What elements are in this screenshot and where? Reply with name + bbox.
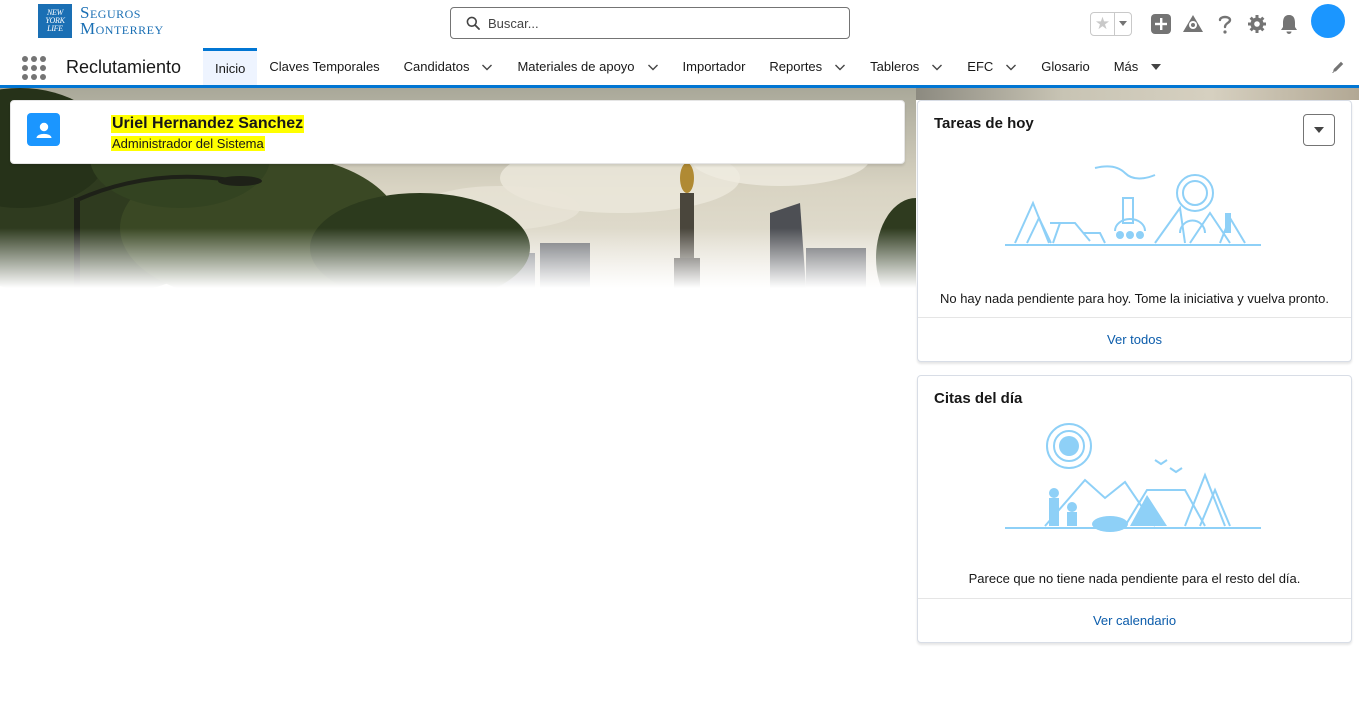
user-role: Administrador del Sistema — [111, 136, 265, 151]
user-profile-card: Uriel Hernandez Sanchez Administrador de… — [10, 100, 905, 164]
events-card-footer: Ver calendario — [918, 598, 1351, 642]
chevron-down-icon[interactable] — [931, 61, 943, 73]
logo-mark-line-3: LIFE — [47, 24, 63, 33]
events-empty-message: Parece que no tiene nada pendiente para … — [968, 571, 1301, 586]
events-card-title: Citas del día — [934, 390, 1023, 407]
app-launcher-waffle-icon[interactable] — [22, 56, 46, 80]
tasks-card-footer: Ver todos — [918, 317, 1351, 361]
edit-nav-pencil-icon[interactable] — [1331, 60, 1345, 79]
user-icon — [27, 113, 60, 146]
app-name: Reclutamiento — [66, 57, 182, 77]
chevron-down-icon[interactable] — [481, 61, 493, 73]
tab-materiales-de-apoyo[interactable]: Materiales de apoyo — [505, 48, 670, 85]
chevron-down-icon[interactable] — [834, 61, 846, 73]
tab-importador[interactable]: Importador — [671, 48, 758, 85]
tab-label: Importador — [682, 59, 746, 74]
tasks-card-menu-button[interactable] — [1303, 114, 1335, 146]
nav-tabs: Inicio Claves Temporales Candidatos Materia… — [203, 48, 1174, 85]
tab-label: Materiales de apoyo — [517, 59, 635, 74]
chevron-down-icon[interactable] — [647, 61, 659, 73]
tab-inicio[interactable]: Inicio — [203, 48, 258, 85]
favorites-star-icon[interactable]: ★ — [1091, 13, 1115, 35]
search-icon — [466, 16, 480, 30]
tab-mas[interactable]: Más — [1102, 48, 1175, 85]
tab-label: Reportes — [769, 59, 823, 74]
tasks-card-title: Tareas de hoy — [934, 115, 1034, 132]
chevron-down-icon[interactable] — [1005, 61, 1017, 73]
tab-candidatos[interactable]: Candidatos — [392, 48, 506, 85]
tab-label: EFC — [967, 59, 994, 74]
banner-image-edge — [916, 88, 1359, 100]
notifications-bell-icon[interactable] — [1273, 8, 1305, 40]
chevron-down-icon — [1119, 21, 1127, 26]
global-header: NEW YORK LIFE Seguros Monterrey ★ — [0, 0, 1359, 48]
logo-wordmark-line-2: Monterrey — [80, 19, 164, 38]
header-utility-icons: ★ — [1090, 8, 1305, 40]
logo-mark: NEW YORK LIFE — [38, 4, 72, 38]
add-icon[interactable] — [1145, 8, 1177, 40]
todays-tasks-card: Tareas de hoy No hay nada pendiente para… — [917, 100, 1352, 362]
help-icon[interactable] — [1209, 8, 1241, 40]
empty-events-illustration — [918, 420, 1351, 532]
tab-label: Glosario — [1041, 59, 1090, 74]
chevron-down-icon — [1314, 126, 1324, 133]
search-input[interactable] — [488, 15, 828, 31]
setup-gear-icon[interactable] — [1241, 8, 1273, 40]
favorites-dropdown-button[interactable] — [1115, 13, 1131, 35]
tab-claves-temporales[interactable]: Claves Temporales — [257, 48, 391, 85]
tab-label: Tableros — [870, 59, 920, 74]
company-logo[interactable]: NEW YORK LIFE Seguros Monterrey — [38, 4, 164, 38]
tab-reportes[interactable]: Reportes — [757, 48, 858, 85]
view-all-tasks-link[interactable]: Ver todos — [1107, 332, 1162, 347]
tab-label: Candidatos — [403, 59, 470, 74]
tab-label: Inicio — [215, 60, 246, 76]
tab-glosario[interactable]: Glosario — [1029, 48, 1101, 85]
user-avatar[interactable] — [1311, 4, 1345, 38]
tab-efc[interactable]: EFC — [955, 48, 1029, 85]
chevron-down-icon[interactable] — [1150, 61, 1162, 73]
logo-wordmark: Seguros Monterrey — [80, 4, 164, 38]
tab-tableros[interactable]: Tableros — [858, 48, 955, 85]
global-search[interactable] — [450, 7, 850, 39]
app-navigation-bar: Reclutamiento Inicio Claves Temporales Can… — [0, 48, 1359, 88]
empty-tasks-illustration — [918, 163, 1351, 249]
tab-label: Más — [1113, 59, 1139, 74]
view-calendar-link[interactable]: Ver calendario — [1093, 613, 1176, 628]
user-name[interactable]: Uriel Hernandez Sanchez — [111, 115, 305, 133]
favorites-group: ★ — [1090, 12, 1132, 36]
todays-events-card: Citas del día Parece que no tiene nada p… — [917, 375, 1352, 643]
trailhead-icon[interactable] — [1177, 8, 1209, 40]
tasks-empty-message: No hay nada pendiente para hoy. Tome la … — [939, 291, 1330, 306]
tab-label: Claves Temporales — [269, 59, 380, 74]
